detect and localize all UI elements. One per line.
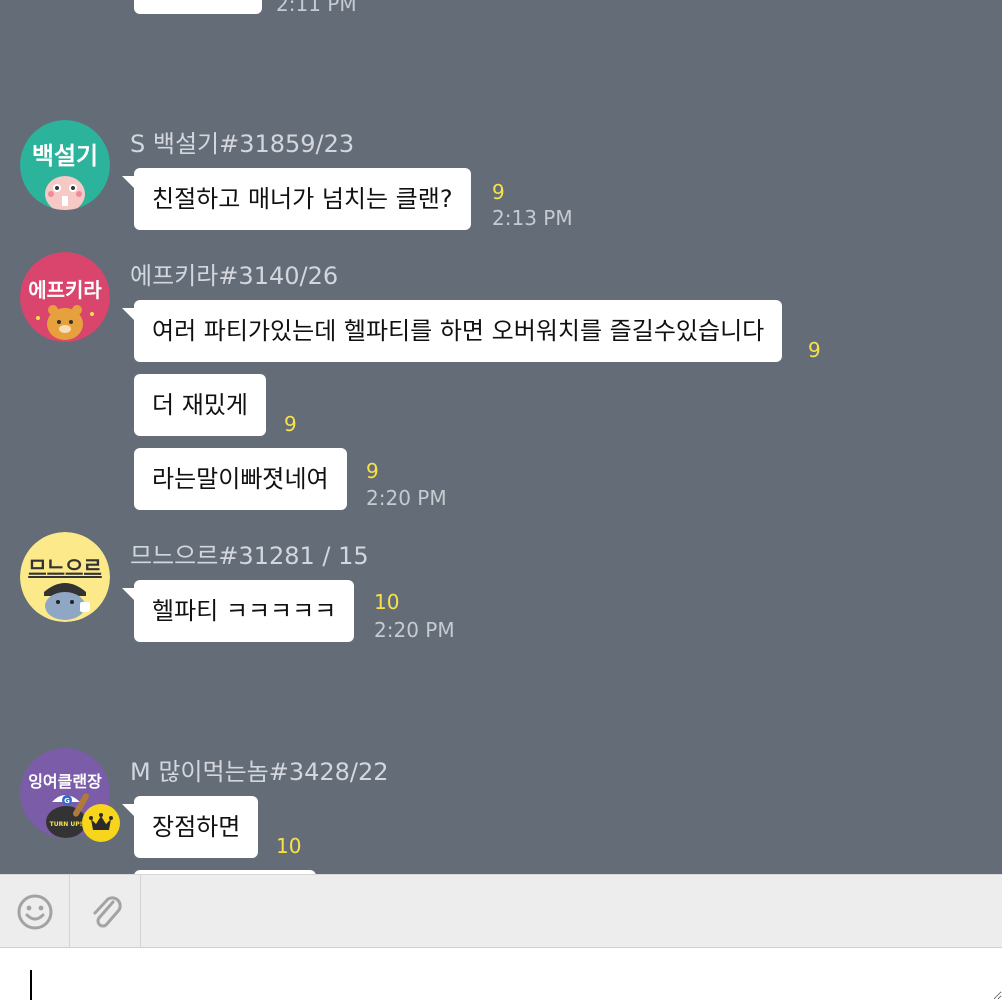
chat-area[interactable]: 2:11 PM 백설기 S 백설기#31859/23 친절하고 매너가 넘치는 … bbox=[0, 0, 1002, 874]
cap-letter: G bbox=[64, 797, 70, 805]
avatar-label: 에프키라 bbox=[28, 278, 102, 302]
text-caret bbox=[30, 970, 32, 1000]
crown-icon bbox=[89, 813, 113, 830]
avatar[interactable]: 므느으르 bbox=[20, 532, 110, 622]
message-input-area bbox=[0, 948, 1002, 1000]
avatar-label: 므느으르 bbox=[28, 556, 102, 580]
crown-badge bbox=[82, 804, 120, 842]
sender-name[interactable]: M 많이먹는놈#3428/22 bbox=[130, 752, 389, 787]
message-time: 2:20 PM bbox=[366, 486, 447, 510]
smiley-icon bbox=[17, 894, 52, 929]
message-time: 2:11 PM bbox=[276, 0, 357, 16]
message-bubble[interactable]: 친절하고 매너가 넘치는 클랜? bbox=[122, 168, 471, 230]
unread-count: 9 bbox=[284, 412, 297, 436]
sender-name[interactable]: 므느으르#31281 / 15 bbox=[130, 536, 369, 571]
unread-count: 10 bbox=[276, 834, 302, 858]
unread-count: 9 bbox=[492, 180, 505, 204]
sender-name[interactable]: S 백설기#31859/23 bbox=[130, 124, 354, 159]
avatar-label: 잉여클랜장 bbox=[28, 772, 102, 791]
unread-count: 9 bbox=[366, 459, 379, 483]
emoji-button[interactable] bbox=[0, 875, 70, 948]
message-bubble-partial bbox=[134, 0, 262, 14]
unread-count: 10 bbox=[374, 590, 400, 614]
unread-count: 9 bbox=[808, 338, 821, 362]
composer-toolbar bbox=[0, 874, 1002, 948]
avatar[interactable]: 에프키라 bbox=[20, 252, 110, 342]
message-time: 2:13 PM bbox=[492, 206, 573, 230]
avatar[interactable]: 백설기 bbox=[20, 120, 110, 210]
paperclip-icon bbox=[93, 895, 122, 927]
attach-button[interactable] bbox=[71, 875, 141, 948]
message-bubble[interactable]: 장점하면 bbox=[121, 796, 259, 858]
sender-name[interactable]: 에프키라#3140/26 bbox=[130, 256, 338, 291]
message-bubble[interactable]: 더 재밌게 bbox=[134, 374, 266, 436]
message-bubble[interactable]: 헬파티 ㅋㅋㅋㅋㅋ bbox=[121, 580, 355, 642]
avatar-label: 백설기 bbox=[31, 142, 99, 170]
message-input[interactable] bbox=[0, 948, 1002, 1000]
message-bubble[interactable]: 라는말이빠졋네여 bbox=[134, 448, 347, 510]
shirt-text: TURN UP! bbox=[50, 821, 83, 828]
message-time: 2:20 PM bbox=[374, 618, 455, 642]
message-bubble[interactable]: 여러 파티가있는데 헬파티를 하면 오버워치를 즐길수있습니다 bbox=[121, 300, 783, 362]
